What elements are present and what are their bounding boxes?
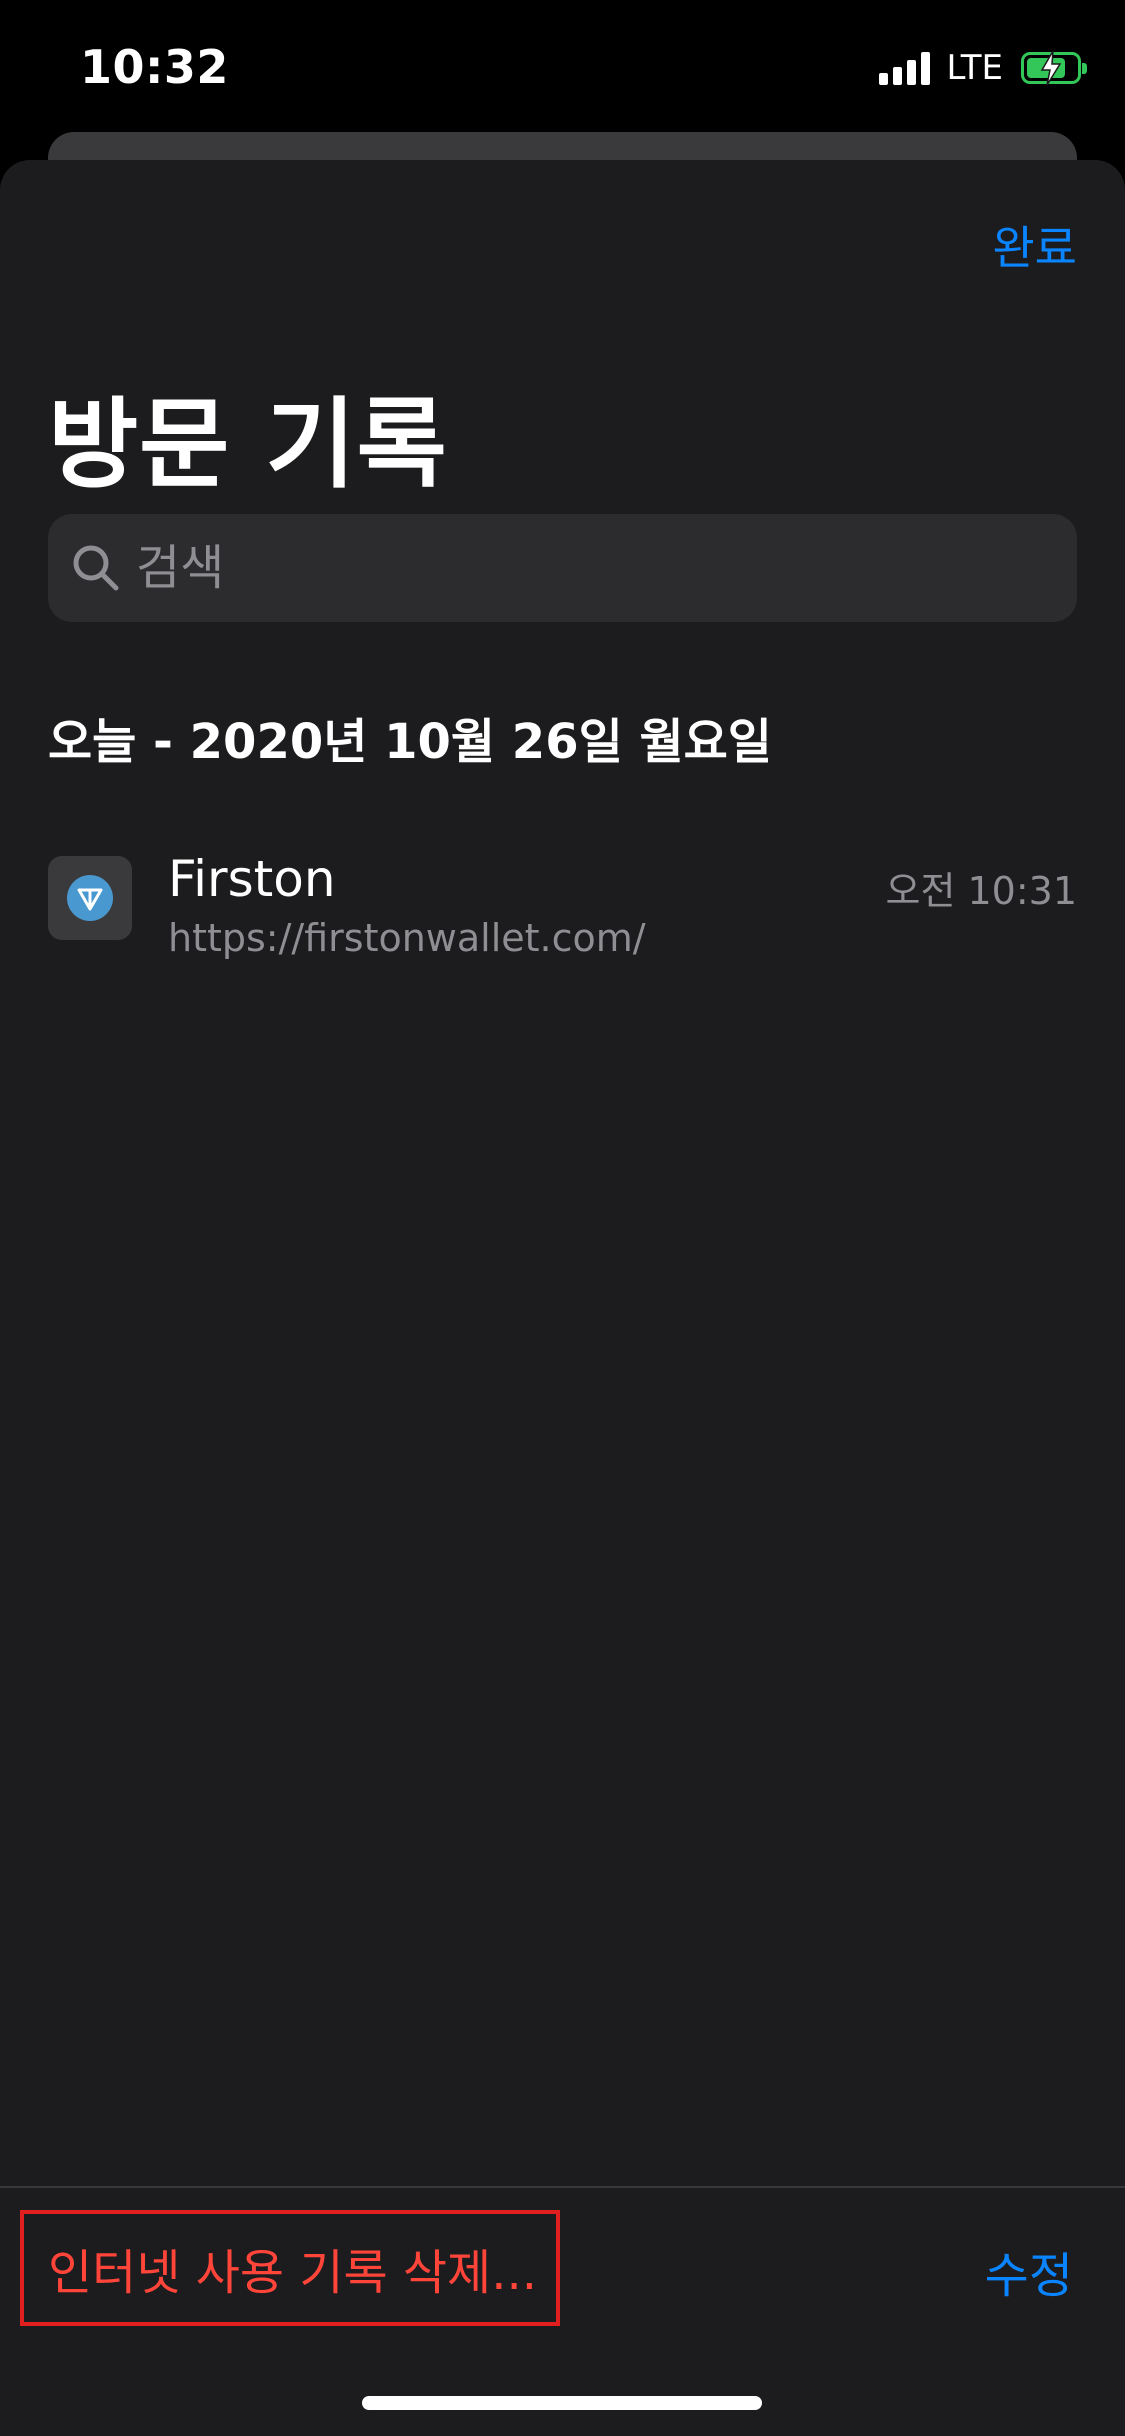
page-title: 방문 기록 <box>48 388 448 502</box>
charging-bolt-icon <box>1040 51 1062 85</box>
clear-history-button[interactable]: 인터넷 사용 기록 삭제... <box>20 2210 560 2326</box>
clear-history-label: 인터넷 사용 기록 삭제... <box>48 2245 537 2301</box>
history-sheet: 완료 방문 기록 오늘 - 2020년 10월 26일 월요일 Firston … <box>0 160 1125 2436</box>
site-favicon <box>48 856 132 940</box>
status-bar: 10:32 LTE <box>0 0 1125 132</box>
battery-nub <box>1082 63 1087 74</box>
history-item-title: Firston <box>168 850 336 908</box>
battery-icon <box>1021 51 1087 85</box>
history-item-url: https://firstonwallet.com/ <box>168 916 646 960</box>
search-input[interactable] <box>136 540 1077 596</box>
search-icon <box>70 542 122 594</box>
toolbar-divider <box>0 2186 1125 2188</box>
status-indicators: LTE <box>879 48 1087 88</box>
edit-button[interactable]: 수정 <box>985 2236 1073 2306</box>
search-bar[interactable] <box>48 514 1077 622</box>
done-button[interactable]: 완료 <box>992 212 1077 278</box>
home-indicator[interactable] <box>362 2396 762 2410</box>
network-type-label: LTE <box>946 48 1003 88</box>
ton-diamond-icon <box>67 875 113 921</box>
cellular-signal-icon <box>879 51 931 85</box>
history-row[interactable]: Firston https://firstonwallet.com/ 오전 10… <box>48 850 1077 990</box>
history-item-time: 오전 10:31 <box>885 869 1077 913</box>
section-header-today: 오늘 - 2020년 10월 26일 월요일 <box>48 714 772 770</box>
status-time: 10:32 <box>80 40 229 94</box>
